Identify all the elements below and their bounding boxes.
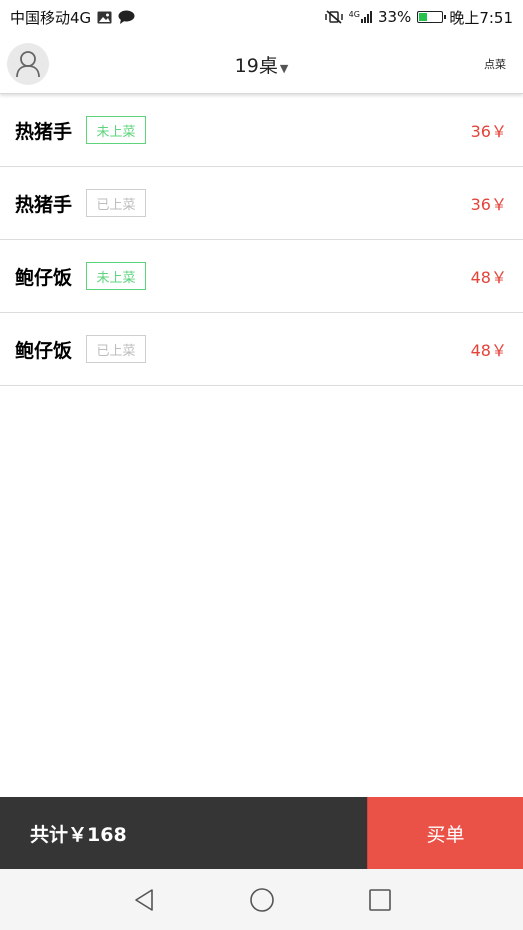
dish-name: 热猪手 xyxy=(15,193,73,216)
order-list: 热猪手 未上菜 36￥ 热猪手 已上菜 36￥ 鲍仔饭 未上菜 48￥ 鲍仔饭 … xyxy=(0,94,523,386)
dish-name: 热猪手 xyxy=(15,120,73,143)
status-bar: 中国移动4G 4G 33% 晚上7:51 xyxy=(0,0,523,34)
battery-fill xyxy=(419,13,428,21)
mute-vibrate-icon xyxy=(324,10,343,24)
order-row[interactable]: 鲍仔饭 未上菜 48￥ xyxy=(0,240,523,313)
status-right: 4G 33% 晚上7:51 xyxy=(324,7,513,28)
order-row[interactable]: 鲍仔饭 已上菜 48￥ xyxy=(0,313,523,386)
dish-price: 36￥ xyxy=(470,195,507,214)
dish-price: 48￥ xyxy=(470,341,507,360)
status-left: 中国移动4G xyxy=(10,7,135,28)
carrier-label: 中国移动4G xyxy=(10,8,92,27)
status-tag-served: 已上菜 xyxy=(86,335,147,363)
status-tag-served: 已上菜 xyxy=(86,189,147,217)
system-nav-bar xyxy=(0,869,523,930)
total-amount: 共计￥168 xyxy=(0,797,367,869)
dish-price: 36￥ xyxy=(470,122,507,141)
signal-icon: 4G xyxy=(349,11,372,23)
header: 19桌 ▼ 点菜 xyxy=(0,34,523,94)
order-row[interactable]: 热猪手 未上菜 36￥ xyxy=(0,94,523,167)
back-icon[interactable] xyxy=(126,882,162,918)
dish-name: 鲍仔饭 xyxy=(15,266,73,289)
home-icon[interactable] xyxy=(244,882,280,918)
signal-bars xyxy=(360,11,372,23)
recents-icon[interactable] xyxy=(362,882,398,918)
battery-percent: 33% xyxy=(377,8,412,26)
caret-down-icon: ▼ xyxy=(279,62,289,75)
table-selector[interactable]: 19桌 ▼ xyxy=(0,51,523,78)
clock: 晚上7:51 xyxy=(449,8,513,27)
battery-icon xyxy=(417,11,447,23)
status-tag-pending: 未上菜 xyxy=(86,262,147,290)
dish-price: 48￥ xyxy=(470,268,507,287)
photo-icon xyxy=(97,11,112,24)
chat-icon xyxy=(118,10,135,24)
status-tag-pending: 未上菜 xyxy=(86,116,147,144)
order-row[interactable]: 热猪手 已上菜 36￥ xyxy=(0,167,523,240)
network-type-label: 4G xyxy=(348,10,360,19)
checkout-button[interactable]: 买单 xyxy=(367,797,523,869)
bottom-bar: 共计￥168 买单 xyxy=(0,797,523,869)
dish-name: 鲍仔饭 xyxy=(15,339,73,362)
table-label: 19桌 xyxy=(234,55,278,77)
order-link[interactable]: 点菜 xyxy=(484,56,506,72)
